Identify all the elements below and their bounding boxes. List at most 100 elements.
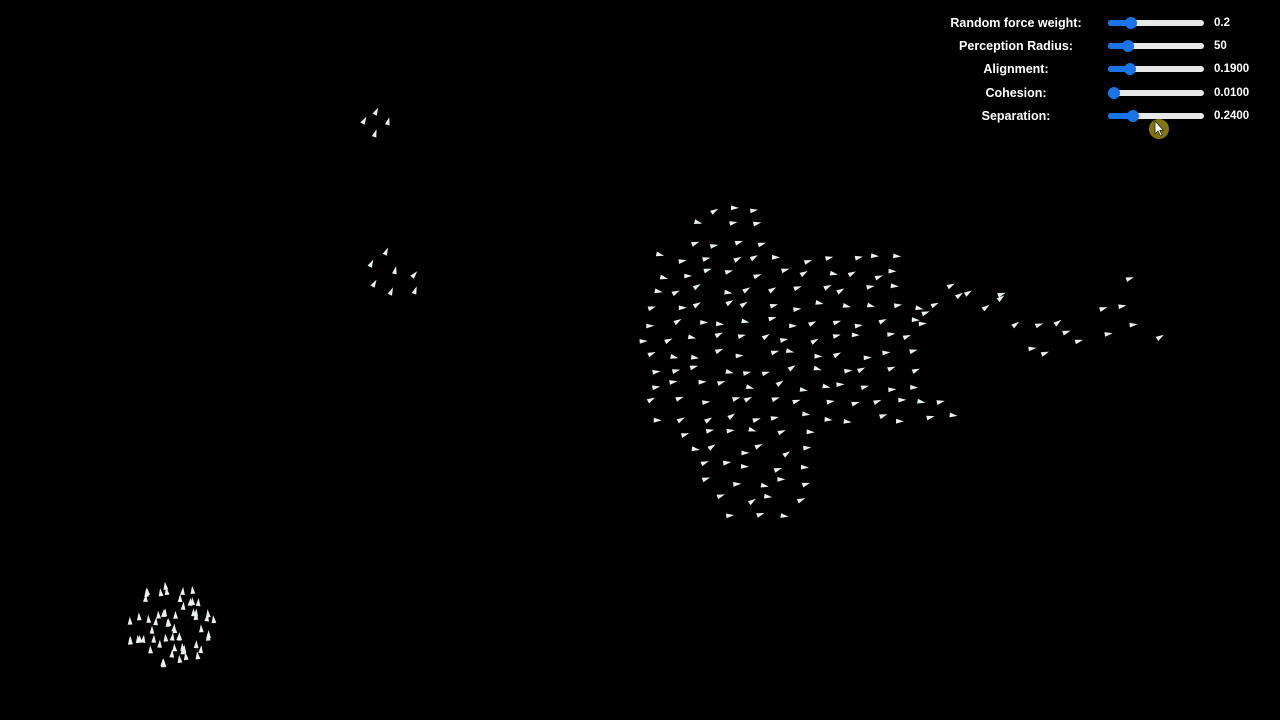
triangle-icon: [206, 609, 211, 618]
triangle-icon: [832, 320, 842, 326]
triangle-icon: [747, 498, 756, 506]
triangle-icon: [870, 253, 880, 259]
triangle-icon: [190, 585, 196, 594]
triangle-icon: [700, 320, 709, 325]
triangle-icon: [156, 610, 161, 619]
triangle-icon: [832, 334, 841, 339]
triangle-icon: [757, 242, 766, 248]
triangle-icon: [199, 624, 204, 633]
triangle-icon: [785, 348, 795, 353]
triangle-icon: [724, 270, 734, 275]
triangle-icon: [896, 418, 904, 424]
triangle-icon: [771, 397, 780, 403]
triangle-icon: [684, 273, 693, 279]
triangle-icon: [911, 317, 920, 323]
slider-thumb[interactable]: [1125, 16, 1138, 29]
alignment-slider[interactable]: [1108, 63, 1204, 76]
triangle-icon: [874, 275, 883, 281]
triangle-icon: [742, 371, 752, 376]
triangle-icon: [893, 253, 902, 259]
triangle-icon: [371, 129, 377, 138]
triangle-icon: [844, 368, 853, 374]
triangle-icon: [689, 365, 699, 371]
triangle-icon: [893, 303, 903, 309]
triangle-icon: [768, 316, 777, 322]
triangle-icon: [813, 365, 822, 371]
slider-thumb[interactable]: [1107, 86, 1120, 99]
triangle-icon: [793, 307, 802, 312]
triangle-icon: [1125, 277, 1134, 282]
slider-thumb[interactable]: [1126, 109, 1139, 122]
triangle-icon: [702, 257, 711, 262]
triangle-icon: [687, 334, 697, 340]
cohesion-slider[interactable]: [1107, 86, 1204, 99]
triangle-icon: [703, 268, 712, 274]
triangle-icon: [735, 353, 744, 359]
triangle-icon: [702, 400, 711, 405]
triangle-icon: [878, 319, 887, 325]
slider-thumb[interactable]: [1124, 63, 1137, 76]
triangle-icon: [726, 428, 735, 434]
triangle-icon: [692, 302, 701, 309]
triangle-icon: [854, 323, 863, 329]
control-panel: Random force weight: 0.2 Perception Radi…: [936, 11, 1266, 127]
triangle-icon: [704, 417, 713, 424]
triangle-icon: [741, 318, 750, 324]
triangle-icon: [694, 219, 703, 224]
triangle-icon: [149, 625, 155, 634]
separation-label: Separation:: [981, 108, 1051, 123]
triangle-icon: [710, 244, 719, 249]
triangle-icon: [887, 366, 896, 372]
control-row-random-force-weight: Random force weight: 0.2: [936, 11, 1266, 34]
triangle-icon: [756, 512, 765, 518]
triangle-icon: [177, 594, 183, 602]
triangle-icon: [1104, 332, 1113, 337]
control-row-perception-radius: Perception Radius: 50: [936, 34, 1266, 57]
triangle-icon: [800, 464, 809, 470]
triangle-icon: [734, 240, 743, 246]
triangle-icon: [926, 415, 935, 421]
triangle-icon: [705, 429, 715, 434]
triangle-icon: [882, 350, 891, 356]
triangle-icon: [646, 397, 655, 404]
triangle-icon: [866, 285, 875, 290]
triangle-icon: [737, 334, 746, 339]
triangle-icon: [678, 305, 687, 311]
random-force-weight-slider[interactable]: [1108, 16, 1204, 29]
triangle-icon: [700, 461, 709, 467]
slider-thumb[interactable]: [1122, 39, 1135, 52]
triangle-icon: [917, 398, 926, 404]
triangle-icon: [836, 382, 845, 387]
triangle-icon: [763, 493, 773, 499]
triangle-icon: [770, 416, 779, 421]
perception-radius-slider[interactable]: [1108, 39, 1204, 52]
triangle-icon: [890, 283, 899, 289]
triangle-icon: [136, 612, 142, 621]
triangle-icon: [725, 369, 734, 374]
triangle-icon: [860, 385, 869, 391]
separation-slider[interactable]: [1108, 109, 1204, 122]
triangle-icon: [676, 417, 685, 424]
triangle-icon: [726, 513, 735, 519]
triangle-icon: [1118, 304, 1127, 310]
triangle-icon: [652, 385, 661, 391]
triangle-icon: [725, 300, 734, 307]
triangle-icon: [946, 283, 955, 290]
triangle-icon: [722, 460, 732, 466]
triangle-icon: [748, 426, 757, 432]
triangle-icon: [691, 241, 700, 247]
triangle-icon: [802, 411, 811, 417]
triangle-icon: [714, 348, 724, 355]
triangle-icon: [824, 416, 833, 422]
control-row-alignment: Alignment: 0.1900: [936, 58, 1266, 81]
triangle-icon: [151, 634, 157, 643]
triangle-icon: [157, 639, 162, 648]
triangle-icon: [825, 256, 834, 261]
triangle-icon: [678, 259, 687, 264]
triangle-icon: [843, 419, 852, 424]
triangle-icon: [1099, 307, 1108, 312]
triangle-icon: [148, 645, 153, 654]
triangle-icon: [1155, 334, 1164, 341]
triangle-icon: [195, 598, 201, 607]
triangle-icon: [670, 354, 679, 359]
